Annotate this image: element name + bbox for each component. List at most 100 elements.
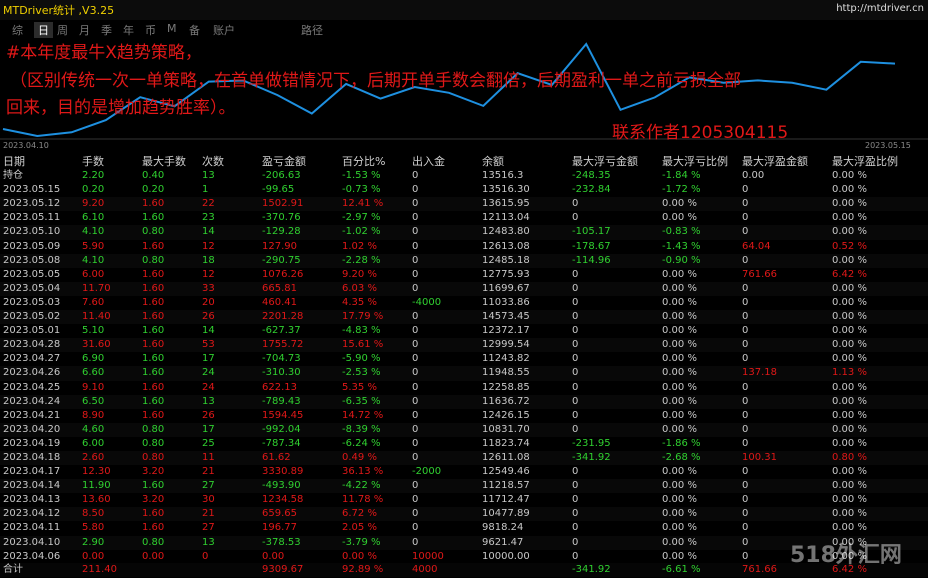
column-header[interactable]: 最大浮盈金额 [742, 155, 808, 169]
cell-4: 1594.45 [262, 409, 304, 421]
cell-9: -1.43 % [662, 240, 701, 252]
cell-11: 0.00 % [832, 395, 867, 407]
cell-7: 11712.47 [482, 494, 530, 506]
cell-2: 0.40 [142, 170, 165, 182]
tab-0[interactable]: 综 [12, 22, 23, 38]
table-row: 2023.05.09 5.90 1.60 12 127.90 1.02 % 0 12613.0… [0, 240, 928, 254]
cell-10: 0 [742, 437, 749, 449]
cell-7: 9818.24 [482, 522, 524, 534]
tab-4[interactable]: 季 [101, 22, 112, 38]
column-header[interactable]: 手数 [82, 155, 104, 169]
cell-9: 0.00 % [662, 508, 697, 520]
column-header[interactable]: 日期 [3, 155, 25, 169]
cell-1: 6.60 [82, 367, 105, 379]
cell-0: 2023.04.18 [3, 451, 61, 463]
cell-3: 13 [202, 170, 215, 182]
cell-1: 4.60 [82, 423, 105, 435]
column-header[interactable]: 最大浮亏金额 [572, 155, 638, 169]
cell-0: 2023.05.03 [3, 296, 61, 308]
cell-7: 11823.74 [482, 437, 530, 449]
cell-3: 30 [202, 494, 215, 506]
tab-6[interactable]: 币 [145, 22, 156, 38]
cell-8: -178.67 [572, 240, 611, 252]
column-header[interactable]: 次数 [202, 155, 224, 169]
cell-10: 0 [742, 536, 749, 548]
cell-3: 21 [202, 466, 215, 478]
cell-1: 6.90 [82, 353, 105, 365]
cell-10: 0 [742, 395, 749, 407]
table-row: 2023.04.24 6.50 1.60 13 -789.43 -6.35 % 0 11636… [0, 394, 928, 409]
site-link[interactable]: http://mtdriver.cn [836, 3, 924, 14]
cell-4: 0.00 [262, 550, 285, 562]
cell-8: 0 [572, 198, 579, 210]
cell-5: 2.05 % [342, 522, 377, 534]
cell-1: 5.80 [82, 522, 105, 534]
tab-3[interactable]: 月 [79, 22, 90, 38]
cell-3: 11 [202, 451, 215, 463]
cell-2: 1.60 [142, 339, 165, 351]
cell-7: 11243.82 [482, 353, 530, 365]
cell-11: 0.00 % [832, 282, 867, 294]
cell-3: 27 [202, 522, 215, 534]
cell-1: 2.90 [82, 536, 105, 548]
cell-0: 2023.05.01 [3, 325, 61, 337]
cell-1: 11.90 [82, 480, 111, 492]
cell-2: 0.80 [142, 536, 165, 548]
cell-3: 26 [202, 311, 215, 323]
column-header[interactable]: 余额 [482, 155, 504, 169]
column-header[interactable]: 出入金 [412, 155, 445, 169]
cell-0: 2023.05.08 [3, 254, 61, 266]
cell-0: 2023.05.15 [3, 184, 61, 196]
cell-8: 0 [572, 550, 579, 562]
cell-0: 2023.04.25 [3, 381, 61, 393]
cell-8: -248.35 [572, 170, 611, 182]
cell-10: 0 [742, 296, 749, 308]
cell-0: 2023.04.20 [3, 423, 61, 435]
column-header[interactable]: 最大手数 [142, 155, 186, 169]
table-row: 2023.04.19 6.00 0.80 25 -787.34 -6.24 % 0 11823… [0, 437, 928, 451]
cell-10: 0 [742, 381, 749, 393]
tab-1[interactable]: 日 [34, 22, 53, 38]
tab-2[interactable]: 周 [57, 22, 68, 38]
cell-11: 0.00 % [832, 325, 867, 337]
table-row: 2023.05.10 4.10 0.80 14 -129.28 -1.02 % 0 12483… [0, 225, 928, 240]
table-row: 2023.04.12 8.50 1.60 21 659.65 6.72 % 0 10477.8… [0, 507, 928, 522]
cell-6: 0 [412, 325, 419, 337]
cell-10: 0 [742, 184, 749, 196]
cell-3: 17 [202, 423, 215, 435]
cell-3: 20 [202, 296, 215, 308]
tab-5[interactable]: 年 [123, 22, 134, 38]
cell-1: 4.10 [82, 226, 105, 238]
cell-6: 0 [412, 282, 419, 294]
cell-9: 0.00 % [662, 381, 697, 393]
tab-10[interactable]: 路径 [301, 22, 323, 38]
cell-11: 0.00 % [832, 480, 867, 492]
tab-9[interactable]: 账户 [213, 22, 235, 38]
cell-7: 13615.95 [482, 198, 530, 210]
tab-7[interactable]: M [167, 22, 177, 35]
cell-10: 0 [742, 254, 749, 266]
cell-7: 10000.00 [482, 550, 530, 562]
cell-10: 0 [742, 226, 749, 238]
cell-11: 0.00 % [832, 296, 867, 308]
column-header[interactable]: 最大浮亏比例 [662, 155, 728, 169]
cell-6: 0 [412, 437, 419, 449]
column-header[interactable]: 百分比% [342, 155, 385, 169]
cell-11: 0.00 % [832, 508, 867, 520]
tab-8[interactable]: 备 [189, 22, 200, 38]
column-header[interactable]: 盈亏金额 [262, 155, 306, 169]
cell-3: 25 [202, 437, 215, 449]
cell-10: 64.04 [742, 240, 771, 252]
cell-5: 6.03 % [342, 282, 377, 294]
cell-1: 12.30 [82, 466, 111, 478]
cell-5: -0.73 % [342, 184, 381, 196]
cell-6: 0 [412, 522, 419, 534]
column-header[interactable]: 最大浮盈比例 [832, 155, 898, 169]
cell-4: -99.65 [262, 184, 295, 196]
cell-7: 12485.18 [482, 254, 530, 266]
cell-2: 1.60 [142, 311, 165, 323]
title-bar: MTDriver统计 ,V3.25 http://mtdriver.cn [0, 0, 928, 20]
cell-10: 0 [742, 325, 749, 337]
table-row: 2023.04.17 12.30 3.20 21 3330.89 36.13 % -2000… [0, 465, 928, 479]
cell-10: 137.18 [742, 367, 777, 379]
